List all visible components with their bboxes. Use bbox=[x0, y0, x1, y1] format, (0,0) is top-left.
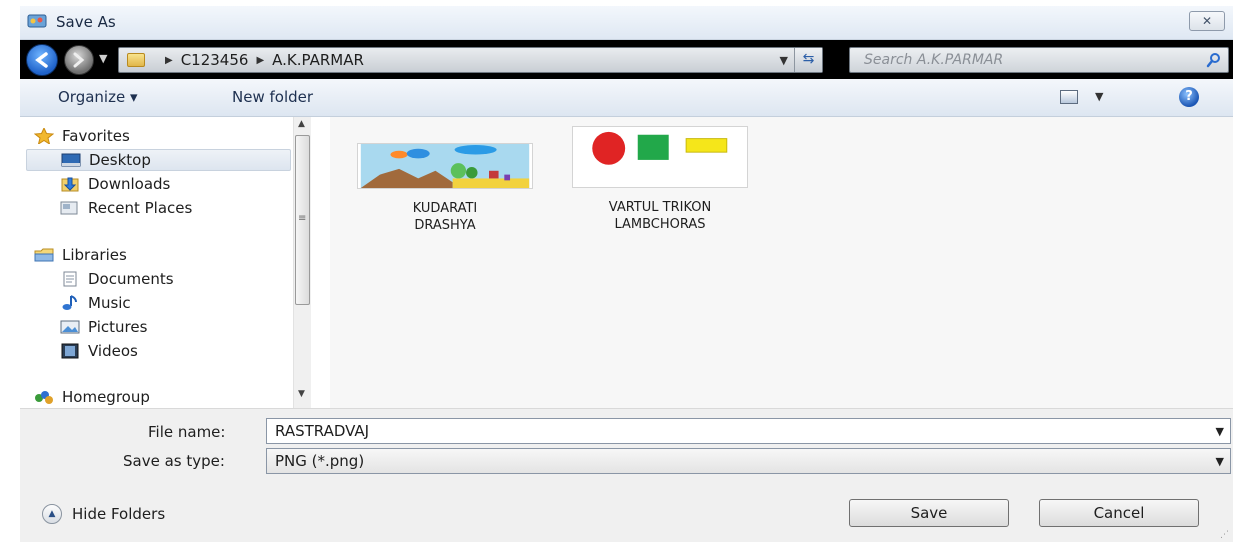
sidebar-item-videos[interactable]: Videos bbox=[60, 340, 138, 362]
hide-folders-button[interactable]: ▲ Hide Folders bbox=[42, 504, 165, 524]
save-as-type-value: PNG (*.png) bbox=[275, 452, 365, 470]
pictures-icon bbox=[60, 320, 80, 334]
sidebar-item-label: Recent Places bbox=[88, 199, 193, 217]
breadcrumb-item-akparmar[interactable]: A.K.PARMAR bbox=[272, 51, 364, 69]
file-item[interactable]: VARTUL TRIKON LAMBCHORAS bbox=[560, 126, 760, 233]
chevron-right-icon[interactable]: ▶ bbox=[256, 55, 264, 66]
star-icon bbox=[34, 128, 54, 144]
title-bar: Save As ✕ bbox=[20, 6, 1233, 40]
libraries-icon bbox=[34, 248, 54, 262]
sidebar-item-label: Homegroup bbox=[62, 388, 150, 406]
file-name: VARTUL TRIKON bbox=[608, 200, 712, 215]
scroll-down-icon[interactable]: ▼ bbox=[298, 389, 305, 399]
paint-app-icon bbox=[27, 14, 47, 28]
chevron-down-icon[interactable]: ▼ bbox=[780, 54, 788, 67]
file-name-value: RASTRADVAJ bbox=[275, 422, 370, 440]
search-icon[interactable] bbox=[1206, 52, 1222, 68]
forward-button[interactable] bbox=[64, 45, 94, 75]
sidebar-item-label: Favorites bbox=[62, 127, 130, 145]
breadcrumb-item-c123456[interactable]: C123456 bbox=[181, 51, 249, 69]
sidebar-item-label: Downloads bbox=[88, 175, 171, 193]
sidebar-item-pictures[interactable]: Pictures bbox=[60, 316, 147, 338]
refresh-icon[interactable]: ⇆ bbox=[794, 48, 822, 72]
navigation-pane: Favorites Desktop Downloads Recent Place… bbox=[20, 117, 303, 408]
chevron-down-icon[interactable]: ▼ bbox=[1216, 455, 1224, 468]
command-bar: Organize ▾ New folder ▼ ? bbox=[20, 79, 1233, 117]
chevron-down-icon[interactable]: ▼ bbox=[1095, 90, 1103, 103]
file-name: DRASHYA bbox=[414, 218, 476, 233]
file-name-label: File name: bbox=[148, 423, 226, 441]
sidebar-item-label: Music bbox=[88, 294, 131, 312]
sidebar-item-label: Libraries bbox=[62, 246, 127, 264]
sidebar-item-label: Desktop bbox=[89, 151, 151, 169]
videos-icon bbox=[61, 343, 79, 359]
window-title: Save As bbox=[56, 13, 116, 31]
chevron-right-icon[interactable]: ▶ bbox=[165, 55, 173, 66]
sidebar-item-label: Videos bbox=[88, 342, 138, 360]
navigation-scrollbar[interactable]: ▲ ≡ ▼ bbox=[293, 117, 311, 408]
hide-folders-label: Hide Folders bbox=[72, 505, 166, 523]
chevron-down-icon[interactable]: ▼ bbox=[1216, 425, 1224, 438]
save-form: File name: RASTRADVAJ ▼ Save as type: PN… bbox=[20, 408, 1233, 542]
address-bar: ▼ ▶ C123456 ▶ A.K.PARMAR ▼ ⇆ Search A.K.… bbox=[20, 40, 1233, 79]
folder-icon bbox=[127, 53, 145, 67]
save-button[interactable]: Save bbox=[849, 499, 1009, 527]
sidebar-item-label: Documents bbox=[88, 270, 174, 288]
file-name: LAMBCHORAS bbox=[614, 217, 706, 232]
recent-places-icon bbox=[60, 201, 78, 215]
chevron-up-icon: ▲ bbox=[42, 504, 62, 524]
resize-grip-icon[interactable]: ⋰ bbox=[1220, 530, 1229, 540]
help-icon[interactable]: ? bbox=[1179, 87, 1199, 107]
back-button[interactable] bbox=[26, 44, 58, 76]
sidebar-item-documents[interactable]: Documents bbox=[60, 268, 174, 290]
scroll-up-icon[interactable]: ▲ bbox=[298, 119, 305, 129]
view-options-icon[interactable] bbox=[1060, 90, 1078, 104]
sidebar-item-favorites[interactable]: Favorites bbox=[34, 125, 130, 147]
search-input[interactable]: Search A.K.PARMAR bbox=[849, 47, 1229, 73]
save-as-type-label: Save as type: bbox=[123, 452, 225, 470]
sidebar-item-desktop[interactable]: Desktop bbox=[26, 149, 291, 171]
recent-pages-dropdown-icon[interactable]: ▼ bbox=[99, 52, 107, 65]
back-arrow-icon bbox=[35, 52, 48, 68]
file-item[interactable]: KUDARATI DRASHYA bbox=[345, 143, 545, 234]
music-icon bbox=[62, 295, 77, 310]
sidebar-item-music[interactable]: Music bbox=[60, 292, 131, 314]
desktop-icon bbox=[61, 153, 81, 167]
sidebar-item-downloads[interactable]: Downloads bbox=[60, 173, 170, 195]
save-as-type-select[interactable]: PNG (*.png) ▼ bbox=[266, 448, 1231, 474]
search-placeholder: Search A.K.PARMAR bbox=[864, 52, 1004, 68]
homegroup-icon bbox=[35, 391, 53, 404]
grip-icon: ≡ bbox=[298, 213, 307, 224]
documents-icon bbox=[63, 271, 77, 287]
forward-arrow-icon bbox=[73, 52, 85, 68]
downloads-icon bbox=[61, 177, 79, 192]
sidebar-item-libraries[interactable]: Libraries bbox=[34, 244, 127, 266]
sidebar-item-recent-places[interactable]: Recent Places bbox=[60, 197, 192, 219]
landscape-thumbnail-icon bbox=[357, 143, 533, 189]
file-name-field[interactable]: RASTRADVAJ ▼ bbox=[266, 418, 1231, 444]
sidebar-item-label: Pictures bbox=[88, 318, 148, 336]
close-button[interactable]: ✕ bbox=[1189, 11, 1225, 31]
file-name: KUDARATI bbox=[412, 201, 478, 216]
new-folder-button[interactable]: New folder bbox=[232, 88, 313, 106]
organize-button[interactable]: Organize ▾ bbox=[58, 88, 138, 106]
sidebar-item-homegroup[interactable]: Homegroup bbox=[34, 386, 150, 408]
cancel-button[interactable]: Cancel bbox=[1039, 499, 1199, 527]
file-list: KUDARATI DRASHYA VARTUL TRIKON LAMBCHORA… bbox=[330, 117, 1233, 408]
breadcrumb[interactable]: ▶ C123456 ▶ A.K.PARMAR ▼ ⇆ bbox=[118, 47, 823, 73]
shapes-thumbnail-icon bbox=[572, 126, 748, 188]
